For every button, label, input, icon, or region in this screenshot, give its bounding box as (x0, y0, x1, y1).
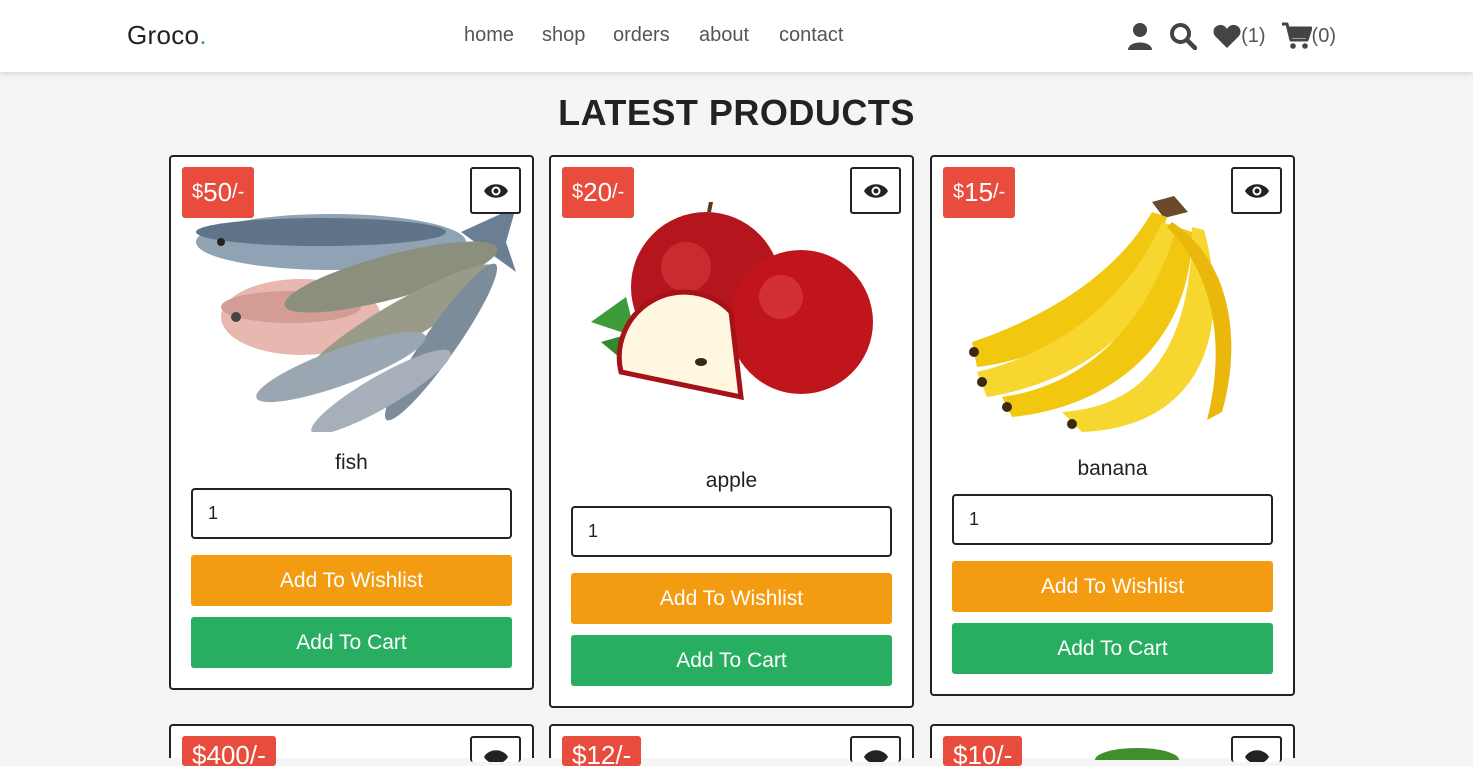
product-name: fish (335, 451, 368, 474)
price-badge: $400/- (182, 736, 276, 766)
wishlist-button[interactable]: (1) (1213, 24, 1266, 48)
add-to-cart-button[interactable]: Add To Cart (191, 617, 512, 668)
header: Groco. home shop orders about contact (1… (0, 0, 1473, 72)
product-image-fish (181, 182, 521, 435)
price-badge: $15/- (943, 167, 1016, 218)
nav-orders[interactable]: orders (613, 24, 670, 47)
user-button[interactable] (1127, 22, 1153, 50)
product-card: $10/- (930, 724, 1295, 766)
add-to-wishlist-button[interactable]: Add To Wishlist (191, 555, 512, 606)
nav-about[interactable]: about (699, 24, 749, 47)
cart-count: (0) (1311, 24, 1336, 47)
wishlist-count: (1) (1241, 24, 1266, 47)
add-to-cart-button[interactable]: Add To Cart (952, 623, 1273, 674)
nav-shop[interactable]: shop (542, 24, 585, 47)
eye-icon (483, 750, 508, 762)
search-icon (1170, 23, 1198, 50)
product-image-apple (561, 191, 901, 432)
add-to-wishlist-button[interactable]: Add To Wishlist (571, 573, 892, 624)
search-button[interactable] (1169, 22, 1198, 50)
quantity-input[interactable]: 1 (571, 506, 892, 557)
price-badge: $50/- (182, 167, 255, 218)
product-name: apple (705, 469, 758, 492)
eye-icon (863, 183, 888, 198)
quick-view-button[interactable] (1231, 167, 1282, 214)
price-badge: $10/- (943, 736, 1023, 766)
nav-contact[interactable]: contact (779, 24, 843, 47)
quick-view-button[interactable] (1231, 736, 1282, 762)
cart-button[interactable]: (0) (1281, 22, 1336, 50)
quick-view-button[interactable] (470, 167, 521, 214)
price-badge: $12/- (562, 736, 642, 766)
page-title: LATEST PRODUCTS (558, 92, 915, 133)
quantity-input[interactable]: 1 (191, 488, 512, 539)
heart-icon (1213, 24, 1241, 48)
quick-view-button[interactable] (850, 736, 901, 762)
add-to-wishlist-button[interactable]: Add To Wishlist (952, 561, 1273, 612)
eye-icon (1244, 750, 1269, 762)
quantity-input[interactable]: 1 (952, 494, 1273, 545)
eye-icon (863, 750, 888, 762)
product-image-broccoli (1095, 748, 1179, 760)
eye-icon (1244, 183, 1269, 198)
cart-icon (1281, 22, 1312, 49)
header-icons: (1) (0) (1127, 20, 1336, 52)
product-card: $20/- apple 1 Add To Wishlist Add To Car… (549, 155, 914, 708)
eye-icon (483, 183, 508, 198)
product-card: $12/- (549, 724, 914, 766)
quick-view-button[interactable] (850, 167, 901, 214)
user-icon (1128, 23, 1153, 50)
quick-view-button[interactable] (470, 736, 521, 762)
add-to-cart-button[interactable]: Add To Cart (571, 635, 892, 686)
price-badge: $20/- (562, 167, 635, 218)
product-card: $50/- fish 1 Add To Wishlist Add To Cart (169, 155, 534, 690)
product-image-banana (942, 182, 1282, 432)
product-card: $400/- (169, 724, 534, 766)
product-card: $15/- banana 1 Add To Wishlist Add To Ca… (930, 155, 1295, 696)
nav-home[interactable]: home (464, 24, 514, 47)
product-name: banana (1077, 457, 1148, 480)
